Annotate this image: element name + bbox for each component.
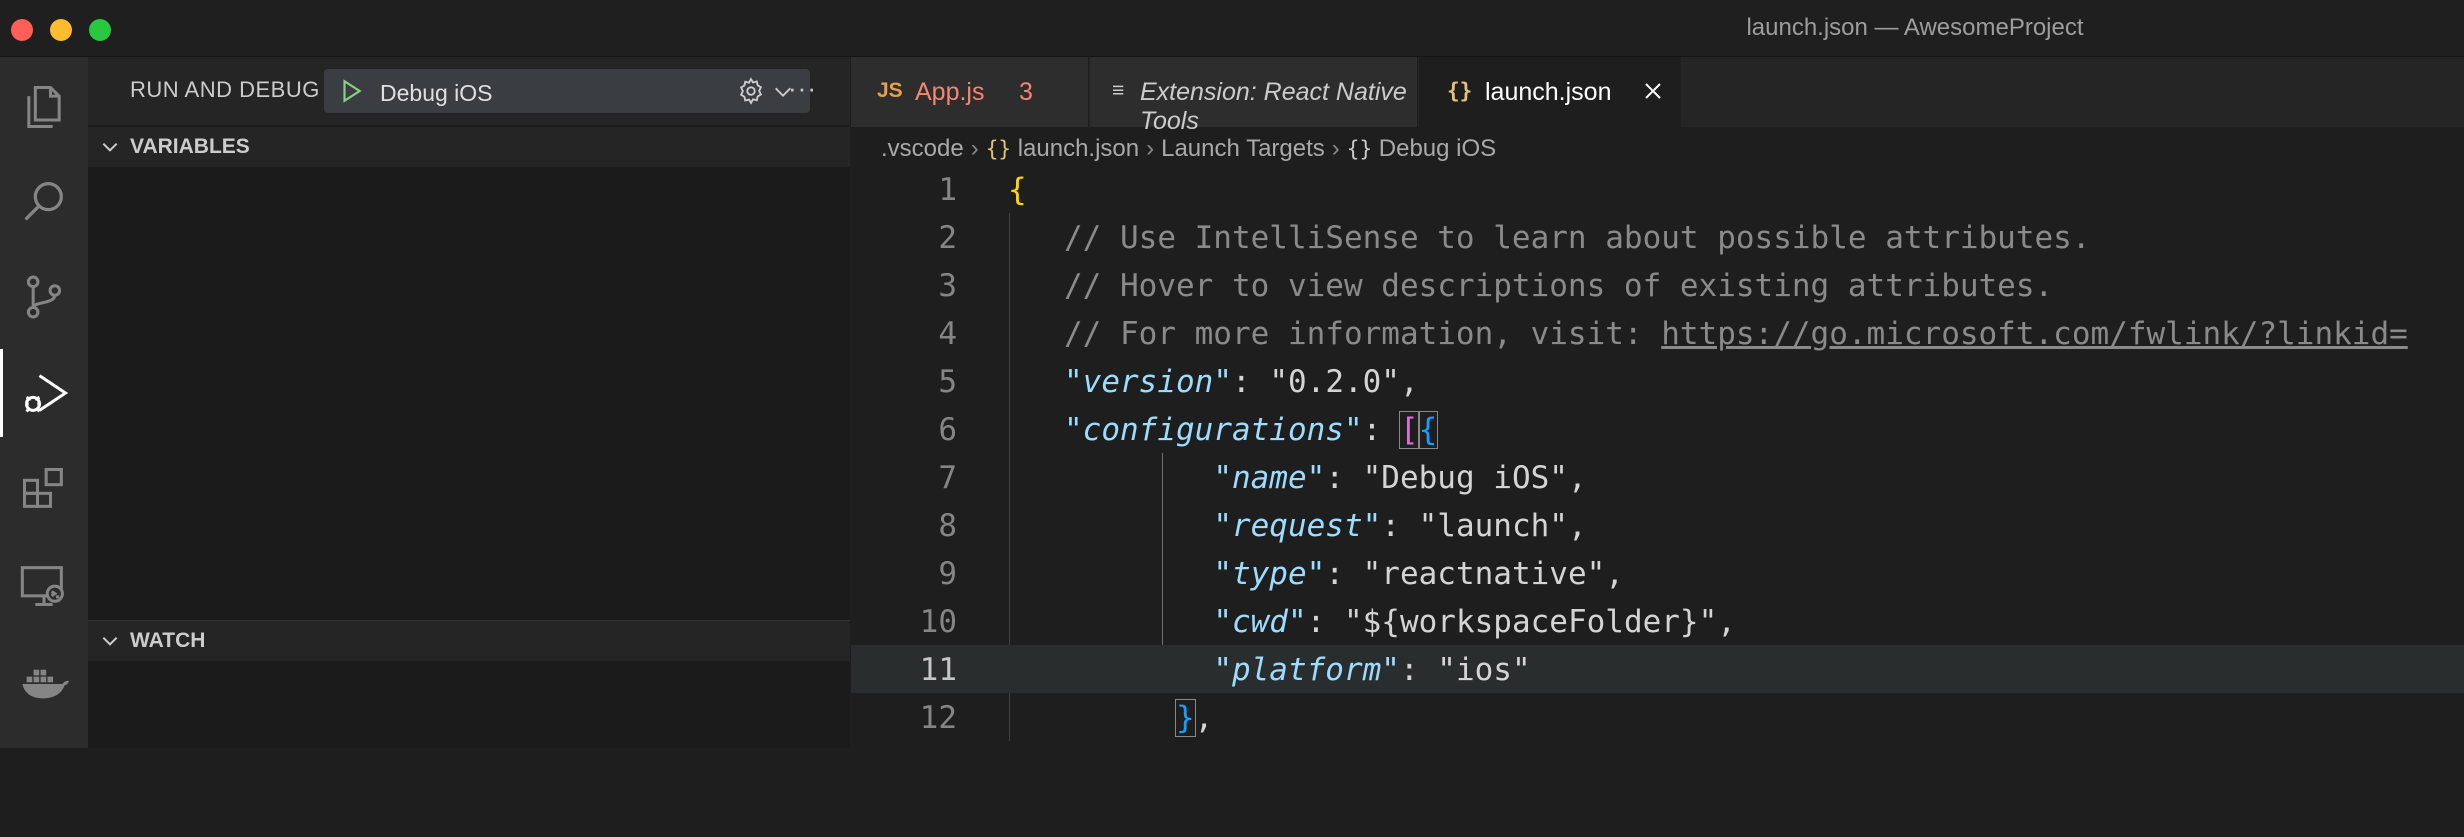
editor-area: JS App.js 3 ≡ Extension: React Native To… xyxy=(851,57,2464,748)
chevron-right-icon: › xyxy=(1331,135,1340,162)
error-count-badge: 3 xyxy=(1019,78,1033,106)
close-icon[interactable] xyxy=(1641,79,1665,110)
chevron-down-icon xyxy=(100,631,120,657)
json-file-icon: {} xyxy=(985,137,1012,161)
tab-launch-json[interactable]: {} launch.json xyxy=(1419,57,1681,127)
json-key: version xyxy=(1082,364,1214,400)
line-number: 1 xyxy=(938,172,957,208)
json-key: platform xyxy=(1231,652,1382,688)
window-title: launch.json — AwesomeProject xyxy=(1746,14,2084,41)
extensions-icon[interactable] xyxy=(0,445,88,533)
variables-section-header[interactable]: VARIABLES xyxy=(88,127,850,167)
activity-bar xyxy=(0,57,88,748)
search-icon[interactable] xyxy=(0,157,88,245)
explorer-icon[interactable] xyxy=(0,63,88,151)
chevron-right-icon: › xyxy=(970,135,979,162)
debug-config-label: Debug iOS xyxy=(380,80,493,106)
sidebar-header: RUN AND DEBUG Debug iOS ··· xyxy=(88,57,850,125)
tab-label: launch.json xyxy=(1485,78,1612,106)
sidebar-title: RUN AND DEBUG xyxy=(130,77,320,102)
code-line-current: 11 "platform": "ios" xyxy=(851,645,2464,693)
code-line: 2 // Use IntelliSense to learn about pos… xyxy=(851,213,2464,261)
preview-icon: ≡ xyxy=(1112,79,1125,102)
code-line: 9 "type": "reactnative", xyxy=(851,549,2464,597)
watch-panel xyxy=(88,661,850,748)
json-value: "0.2.0" xyxy=(1269,364,1400,400)
breadcrumb-file[interactable]: launch.json xyxy=(1018,135,1139,162)
variables-label: VARIABLES xyxy=(130,135,250,158)
code-line: 6 "configurations": [{ xyxy=(851,405,2464,453)
source-control-icon[interactable] xyxy=(0,253,88,341)
watch-label: WATCH xyxy=(130,629,206,652)
code-line: 5 "version": "0.2.0", xyxy=(851,357,2464,405)
start-debugging-icon[interactable] xyxy=(338,78,364,109)
line-number: 12 xyxy=(919,700,957,736)
tab-extension-react-native-tools[interactable]: ≡ Extension: React Native Tools xyxy=(1090,57,1418,135)
watch-section-header[interactable]: WATCH xyxy=(88,620,850,661)
run-debug-icon[interactable] xyxy=(0,349,88,437)
javascript-file-icon: JS xyxy=(877,79,903,102)
comment: // Use IntelliSense to learn about possi… xyxy=(1064,220,2091,256)
line-number: 6 xyxy=(938,412,957,448)
docker-icon[interactable] xyxy=(0,637,88,725)
line-number: 11 xyxy=(919,652,957,688)
tab-app-js[interactable]: JS App.js 3 xyxy=(851,57,1089,127)
editor-tabs: JS App.js 3 ≡ Extension: React Native To… xyxy=(851,57,2464,135)
tab-label: App.js xyxy=(915,78,985,106)
json-value: "launch" xyxy=(1418,508,1568,544)
title-bar: launch.json — AwesomeProject xyxy=(0,0,2464,57)
gear-icon[interactable] xyxy=(736,76,766,111)
line-number: 10 xyxy=(919,604,957,640)
line-number: 9 xyxy=(938,556,957,592)
comment: // Hover to view descriptions of existin… xyxy=(1064,268,2054,304)
comment: // For more information, visit: xyxy=(1064,316,1662,352)
chevron-right-icon: › xyxy=(1146,135,1155,162)
remote-explorer-icon[interactable] xyxy=(0,541,88,629)
json-value: "ios" xyxy=(1437,652,1531,688)
breadcrumb-item[interactable]: Debug iOS xyxy=(1379,135,1496,162)
breadcrumb-folder[interactable]: .vscode xyxy=(881,135,964,162)
code-line: 7 "name": "Debug iOS", xyxy=(851,453,2464,501)
code-line: 3 // Hover to view descriptions of exist… xyxy=(851,261,2464,309)
json-key: configurations xyxy=(1082,412,1344,448)
json-value: "${workspaceFolder}" xyxy=(1343,604,1718,640)
json-key: type xyxy=(1231,556,1307,592)
code-line: 1 { xyxy=(851,165,2464,213)
tab-label: Extension: React Native Tools xyxy=(1140,78,1407,135)
code-line: 10 "cwd": "${workspaceFolder}", xyxy=(851,597,2464,645)
json-file-icon: {} xyxy=(1447,79,1473,103)
variables-panel xyxy=(88,167,850,619)
documentation-link[interactable]: https://go.microsoft.com/fwlink/?linkid= xyxy=(1661,316,2408,352)
json-key: cwd xyxy=(1231,604,1288,640)
breadcrumb: .vscode ›{} launch.json › Launch Targets ›{}… xyxy=(881,135,1496,163)
run-debug-sidebar: RUN AND DEBUG Debug iOS ··· VARIABLES WA… xyxy=(88,57,850,748)
chevron-down-icon xyxy=(100,137,120,163)
line-number: 5 xyxy=(938,364,957,400)
json-key: name xyxy=(1231,460,1307,496)
code-line: 8 "request": "launch", xyxy=(851,501,2464,549)
line-number: 3 xyxy=(938,268,957,304)
breadcrumb-section[interactable]: Launch Targets xyxy=(1161,135,1325,162)
line-number: 2 xyxy=(938,220,957,256)
json-key: request xyxy=(1231,508,1363,544)
json-value: "reactnative" xyxy=(1362,556,1606,592)
json-value: "Debug iOS" xyxy=(1362,460,1568,496)
code-line: 4 // For more information, visit: https:… xyxy=(851,309,2464,357)
line-number: 8 xyxy=(938,508,957,544)
line-number: 7 xyxy=(938,460,957,496)
object-icon: {} xyxy=(1346,137,1373,161)
code-line: 12 }, xyxy=(851,693,2464,741)
more-actions-icon[interactable]: ··· xyxy=(788,73,817,104)
line-number: 4 xyxy=(938,316,957,352)
